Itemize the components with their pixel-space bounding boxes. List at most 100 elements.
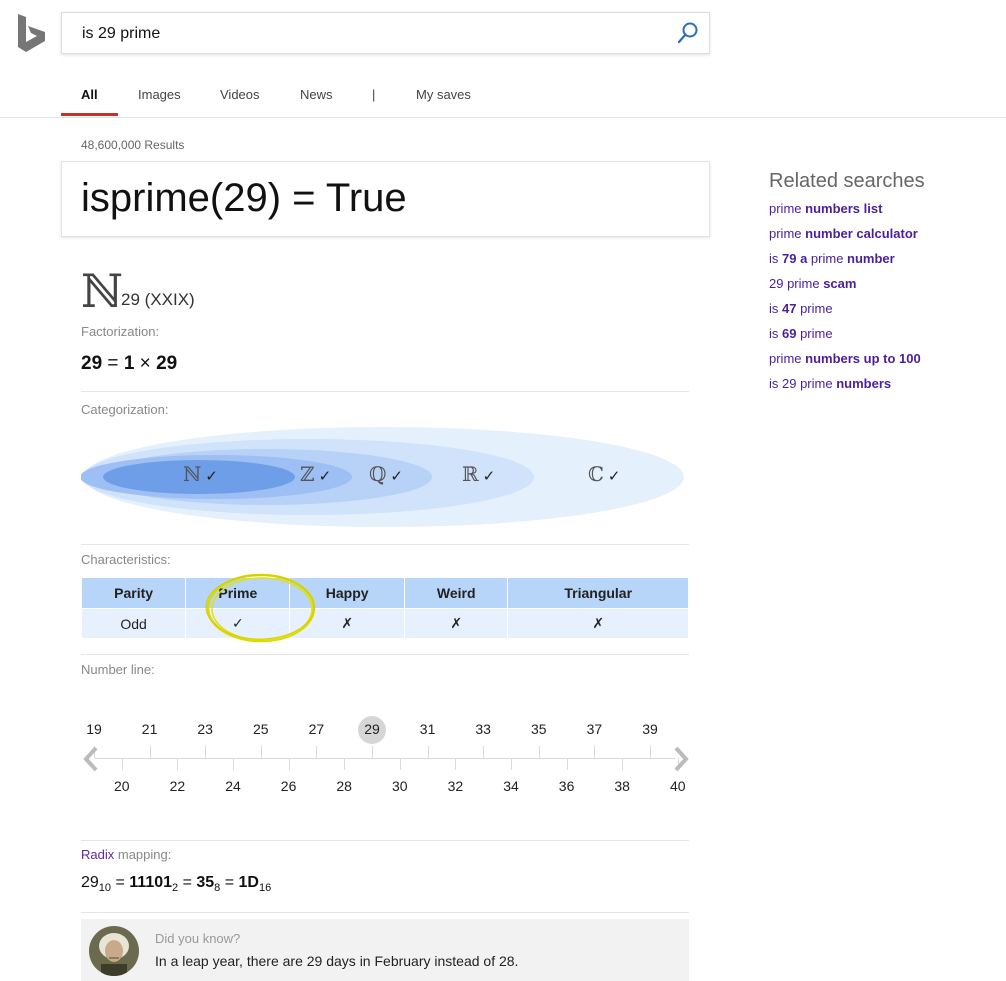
number-line-tick xyxy=(233,758,234,770)
number-line-tick xyxy=(344,758,346,770)
factorization-value: 29 = 1 × 29 xyxy=(81,353,178,374)
value-triangular: ✗ xyxy=(508,608,688,638)
set-rational: ℚ ✓ xyxy=(369,462,403,486)
search-input[interactable]: is 29 prime xyxy=(82,25,160,43)
related-item[interactable]: is 47 prime xyxy=(769,302,999,327)
number-line-tick-label: 29 xyxy=(364,721,380,737)
set-complex: ℂ ✓ xyxy=(588,462,621,486)
number-line-tick xyxy=(566,758,568,770)
did-you-know: Did you know? In a leap year, there are … xyxy=(81,919,689,981)
did-you-know-text: In a leap year, there are 29 days in Feb… xyxy=(155,953,519,969)
search-icon[interactable] xyxy=(677,22,699,44)
number-line-tick xyxy=(121,758,123,770)
related-item[interactable]: is 29 prime numbers xyxy=(769,377,999,402)
characteristics-table: Parity Prime Happy Weird Triangular Odd … xyxy=(81,578,689,638)
number-line-tick xyxy=(205,746,207,758)
number-line-tick-label: 30 xyxy=(392,778,408,794)
number-line-tick-label: 23 xyxy=(197,721,213,737)
number-line-tick-label: 35 xyxy=(531,721,547,737)
value-parity: Odd xyxy=(82,608,186,638)
chevron-left-icon[interactable] xyxy=(81,744,103,774)
divider xyxy=(81,391,689,392)
active-tab-indicator xyxy=(61,113,118,116)
number-line-tick xyxy=(372,746,373,758)
number-line-tick-label: 22 xyxy=(169,778,186,794)
number-line-tick xyxy=(538,746,540,758)
number-line-tick-label: 36 xyxy=(558,778,575,794)
value-weird: ✗ xyxy=(404,608,508,638)
did-you-know-title: Did you know? xyxy=(155,931,241,946)
header-divider xyxy=(0,117,1006,118)
number-line-tick-label: 38 xyxy=(614,778,630,794)
number-line-tick-label: 39 xyxy=(642,721,658,737)
tab-all[interactable]: All xyxy=(81,87,98,102)
number-line-tick xyxy=(427,746,429,758)
number-line-tick-label: 37 xyxy=(586,721,603,737)
related-searches: Related searches prime numbers list prim… xyxy=(769,170,999,402)
related-searches-title: Related searches xyxy=(769,170,925,192)
number-line-tick xyxy=(650,746,651,758)
tab-separator: | xyxy=(372,87,376,102)
answer-card: isprime(29) = True xyxy=(61,161,710,237)
number-line-tick xyxy=(260,746,262,758)
radix-link[interactable]: Radix xyxy=(81,847,114,862)
related-item[interactable]: is 79 a prime number xyxy=(769,252,999,277)
set-natural: ℕ ✓ xyxy=(183,462,218,486)
tab-my-saves[interactable]: My saves xyxy=(416,87,471,102)
number-line-tick-label: 21 xyxy=(141,721,158,737)
related-item[interactable]: prime numbers up to 100 xyxy=(769,352,999,377)
number-line-tick-label: 26 xyxy=(280,778,297,794)
scope-tabs: All Images Videos News | My saves xyxy=(61,76,1006,118)
chevron-right-icon[interactable] xyxy=(671,744,693,774)
number-line-tick xyxy=(316,746,318,758)
divider xyxy=(81,654,689,655)
number-line-tick xyxy=(455,758,457,770)
answer-expression: isprime(29) = True xyxy=(81,176,407,220)
header-parity: Parity xyxy=(82,578,186,608)
radix-mapping: 2910 = 111012 = 358 = 1D16 xyxy=(81,874,272,895)
divider xyxy=(81,544,689,545)
number-line: 19 21 23 25 27 29 31 33 35 37 39 20 22 24 26 28 30 32 34 36… xyxy=(81,707,689,817)
related-item[interactable]: prime number calculator xyxy=(769,227,999,252)
related-item[interactable]: 29 prime scam xyxy=(769,277,999,302)
header-weird: Weird xyxy=(404,578,508,608)
number-line-tick xyxy=(399,758,401,770)
number-line-axis xyxy=(95,758,675,759)
number-line-tick xyxy=(288,758,290,770)
tab-news[interactable]: News xyxy=(300,87,333,102)
number-line-tick-label: 20 xyxy=(114,778,130,794)
number-line-tick-label: 24 xyxy=(225,778,241,794)
number-line-tick xyxy=(594,746,596,758)
radix-label: Radix mapping: xyxy=(81,847,172,862)
number-line-tick-label: 25 xyxy=(253,721,269,737)
divider xyxy=(81,912,689,913)
tab-images[interactable]: Images xyxy=(138,87,181,102)
set-real: ℝ ✓ xyxy=(462,462,496,486)
set-integer: ℤ ✓ xyxy=(300,462,332,486)
number-line-tick-label: 28 xyxy=(336,778,352,794)
number-line-tick-label: 19 xyxy=(86,721,102,737)
number-value: 29 (XXIX) xyxy=(121,290,195,309)
header-triangular: Triangular xyxy=(508,578,688,608)
natural-number-icon: ℕ xyxy=(81,264,124,318)
related-item[interactable]: is 69 prime xyxy=(769,327,999,352)
highlight-circle-icon xyxy=(205,573,316,643)
number-line-label: Number line: xyxy=(81,662,155,677)
number-line-tick-label: 32 xyxy=(447,778,464,794)
bing-logo-icon[interactable] xyxy=(18,14,46,52)
number-line-tick-label: 31 xyxy=(419,721,436,737)
results-count: 48,600,000 Results xyxy=(81,138,185,152)
number-line-tick-label: 34 xyxy=(503,778,519,794)
tab-videos[interactable]: Videos xyxy=(220,87,260,102)
number-line-tick-label: 40 xyxy=(670,778,686,794)
related-item[interactable]: prime numbers list xyxy=(769,202,999,227)
categorization-label: Categorization: xyxy=(81,402,169,417)
number-line-tick xyxy=(622,758,624,770)
factorization-label: Factorization: xyxy=(81,324,160,339)
number-line-tick xyxy=(511,758,512,770)
search-box[interactable]: is 29 prime xyxy=(61,12,710,54)
number-line-tick xyxy=(177,758,179,770)
characteristics-label: Characteristics: xyxy=(81,552,171,567)
number-line-tick-label: 33 xyxy=(475,721,491,737)
number-line-tick xyxy=(483,746,485,758)
